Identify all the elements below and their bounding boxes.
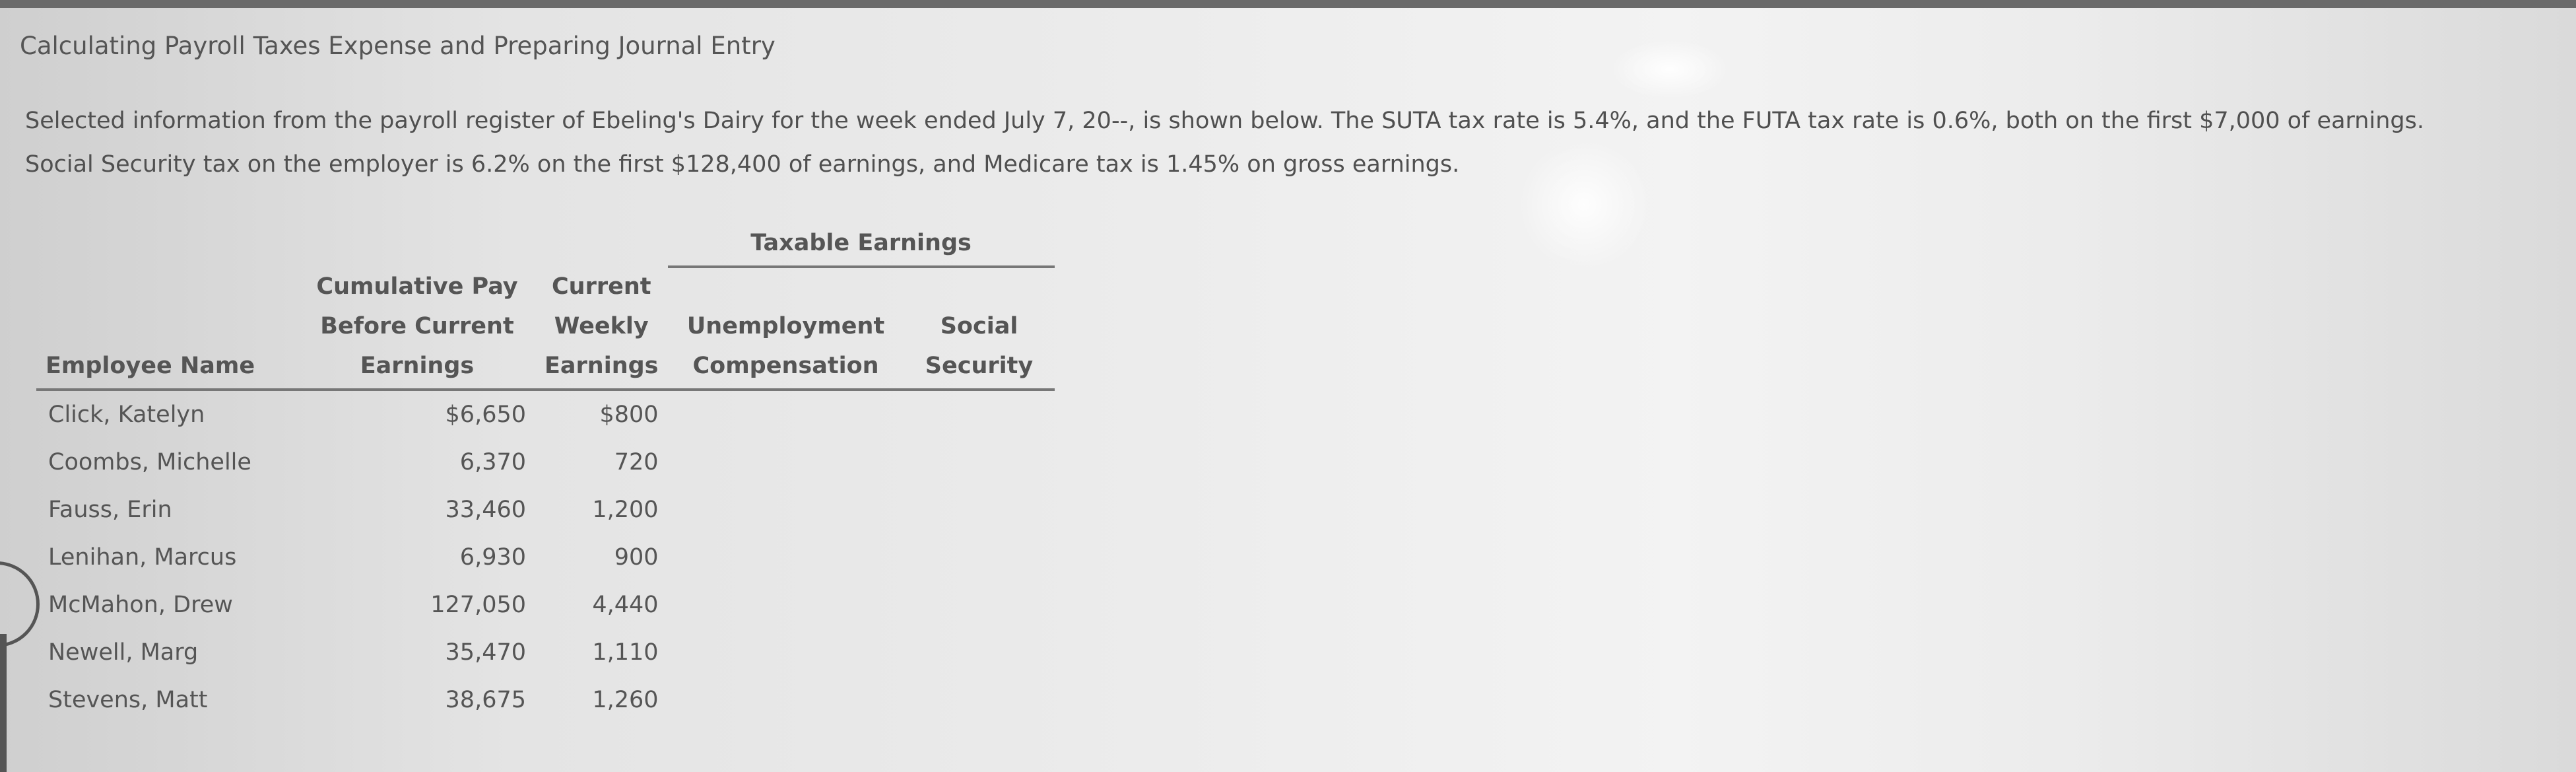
unemployment-taxable bbox=[668, 486, 904, 534]
cumulative-pay: 6,930 bbox=[459, 544, 526, 571]
current-earnings: $800 bbox=[599, 402, 659, 428]
table-row: Coombs, Michelle 6,370 720 bbox=[36, 439, 1055, 486]
top-bar bbox=[0, 0, 2576, 8]
social-security-taxable bbox=[904, 581, 1055, 629]
table-row: Click, Katelyn $6,650 $800 bbox=[36, 390, 1055, 439]
spacer bbox=[668, 267, 904, 306]
employee-name: McMahon, Drew bbox=[48, 592, 233, 618]
header-row-1: Cumulative Pay Current bbox=[36, 267, 1055, 306]
social-security-taxable bbox=[904, 390, 1055, 439]
current-earnings: 1,260 bbox=[592, 687, 659, 713]
current-header-line: Weekly bbox=[554, 313, 649, 339]
unemployment-taxable bbox=[668, 676, 904, 724]
social-security-taxable bbox=[904, 486, 1055, 534]
screen-edge bbox=[0, 634, 7, 772]
social-security-taxable bbox=[904, 676, 1055, 724]
current-header-line: Earnings bbox=[535, 346, 668, 391]
header-row-2: Before Current Weekly Unemployment Socia… bbox=[36, 306, 1055, 346]
current-header-line: Current bbox=[552, 273, 651, 300]
cumulative-pay: 35,470 bbox=[445, 639, 526, 666]
current-earnings: 720 bbox=[614, 449, 659, 475]
employee-name: Click, Katelyn bbox=[48, 402, 205, 428]
spacer bbox=[904, 267, 1055, 306]
cumulative-pay: 38,675 bbox=[445, 687, 526, 713]
current-earnings: 1,110 bbox=[592, 639, 659, 666]
table-row: McMahon, Drew 127,050 4,440 bbox=[36, 581, 1055, 629]
social-security-taxable bbox=[904, 629, 1055, 676]
unemployment-taxable bbox=[668, 629, 904, 676]
intro-line: Social Security tax on the employer is 6… bbox=[25, 151, 1460, 178]
intro-line: Selected information from the payroll re… bbox=[25, 108, 2424, 134]
current-earnings: 900 bbox=[614, 544, 659, 571]
employee-name: Coombs, Michelle bbox=[48, 449, 251, 475]
cumulative-header-line: Cumulative Pay bbox=[316, 273, 518, 300]
page-title: Calculating Payroll Taxes Expense and Pr… bbox=[20, 32, 776, 60]
table-row: Lenihan, Marcus 6,930 900 bbox=[36, 534, 1055, 581]
taxable-earnings-header: Taxable Earnings bbox=[667, 225, 1055, 268]
social-security-header-line: Social bbox=[940, 313, 1018, 339]
unemployment-taxable bbox=[668, 390, 904, 439]
unemployment-header-line: Unemployment bbox=[686, 313, 885, 339]
employee-name: Fauss, Erin bbox=[48, 497, 172, 523]
table-row: Stevens, Matt 38,675 1,260 bbox=[36, 676, 1055, 724]
header-row-3: Employee Name Earnings Earnings Compensa… bbox=[36, 346, 1055, 391]
unemployment-taxable bbox=[668, 581, 904, 629]
current-earnings: 4,440 bbox=[592, 592, 659, 618]
group-header-row: Taxable Earnings bbox=[36, 225, 1055, 268]
table-row: Newell, Marg 35,470 1,110 bbox=[36, 629, 1055, 676]
spacer bbox=[36, 267, 299, 306]
payroll-table: Taxable Earnings Cumulative Pay Current … bbox=[36, 225, 1055, 724]
screen-glare bbox=[1610, 40, 1729, 99]
unemployment-header-line: Compensation bbox=[667, 346, 904, 391]
social-security-header-line: Security bbox=[904, 346, 1055, 391]
unemployment-taxable bbox=[668, 439, 904, 486]
unemployment-taxable bbox=[668, 534, 904, 581]
cumulative-pay: 127,050 bbox=[430, 592, 526, 618]
social-security-taxable bbox=[904, 439, 1055, 486]
current-earnings: 1,200 bbox=[592, 497, 659, 523]
social-security-taxable bbox=[904, 534, 1055, 581]
employee-name: Stevens, Matt bbox=[48, 687, 208, 713]
employee-name: Newell, Marg bbox=[48, 639, 199, 666]
table-row: Fauss, Erin 33,460 1,200 bbox=[36, 486, 1055, 534]
employee-name-header: Employee Name bbox=[36, 346, 299, 391]
problem-description: Selected information from the payroll re… bbox=[25, 99, 2573, 186]
spacer bbox=[36, 306, 299, 346]
cumulative-header-line: Earnings bbox=[299, 346, 535, 391]
employee-name: Lenihan, Marcus bbox=[48, 544, 237, 571]
spacer bbox=[36, 225, 668, 267]
cumulative-header-line: Before Current bbox=[320, 313, 514, 339]
cumulative-pay: 33,460 bbox=[445, 497, 526, 523]
cumulative-pay: $6,650 bbox=[445, 402, 526, 428]
cumulative-pay: 6,370 bbox=[459, 449, 526, 475]
